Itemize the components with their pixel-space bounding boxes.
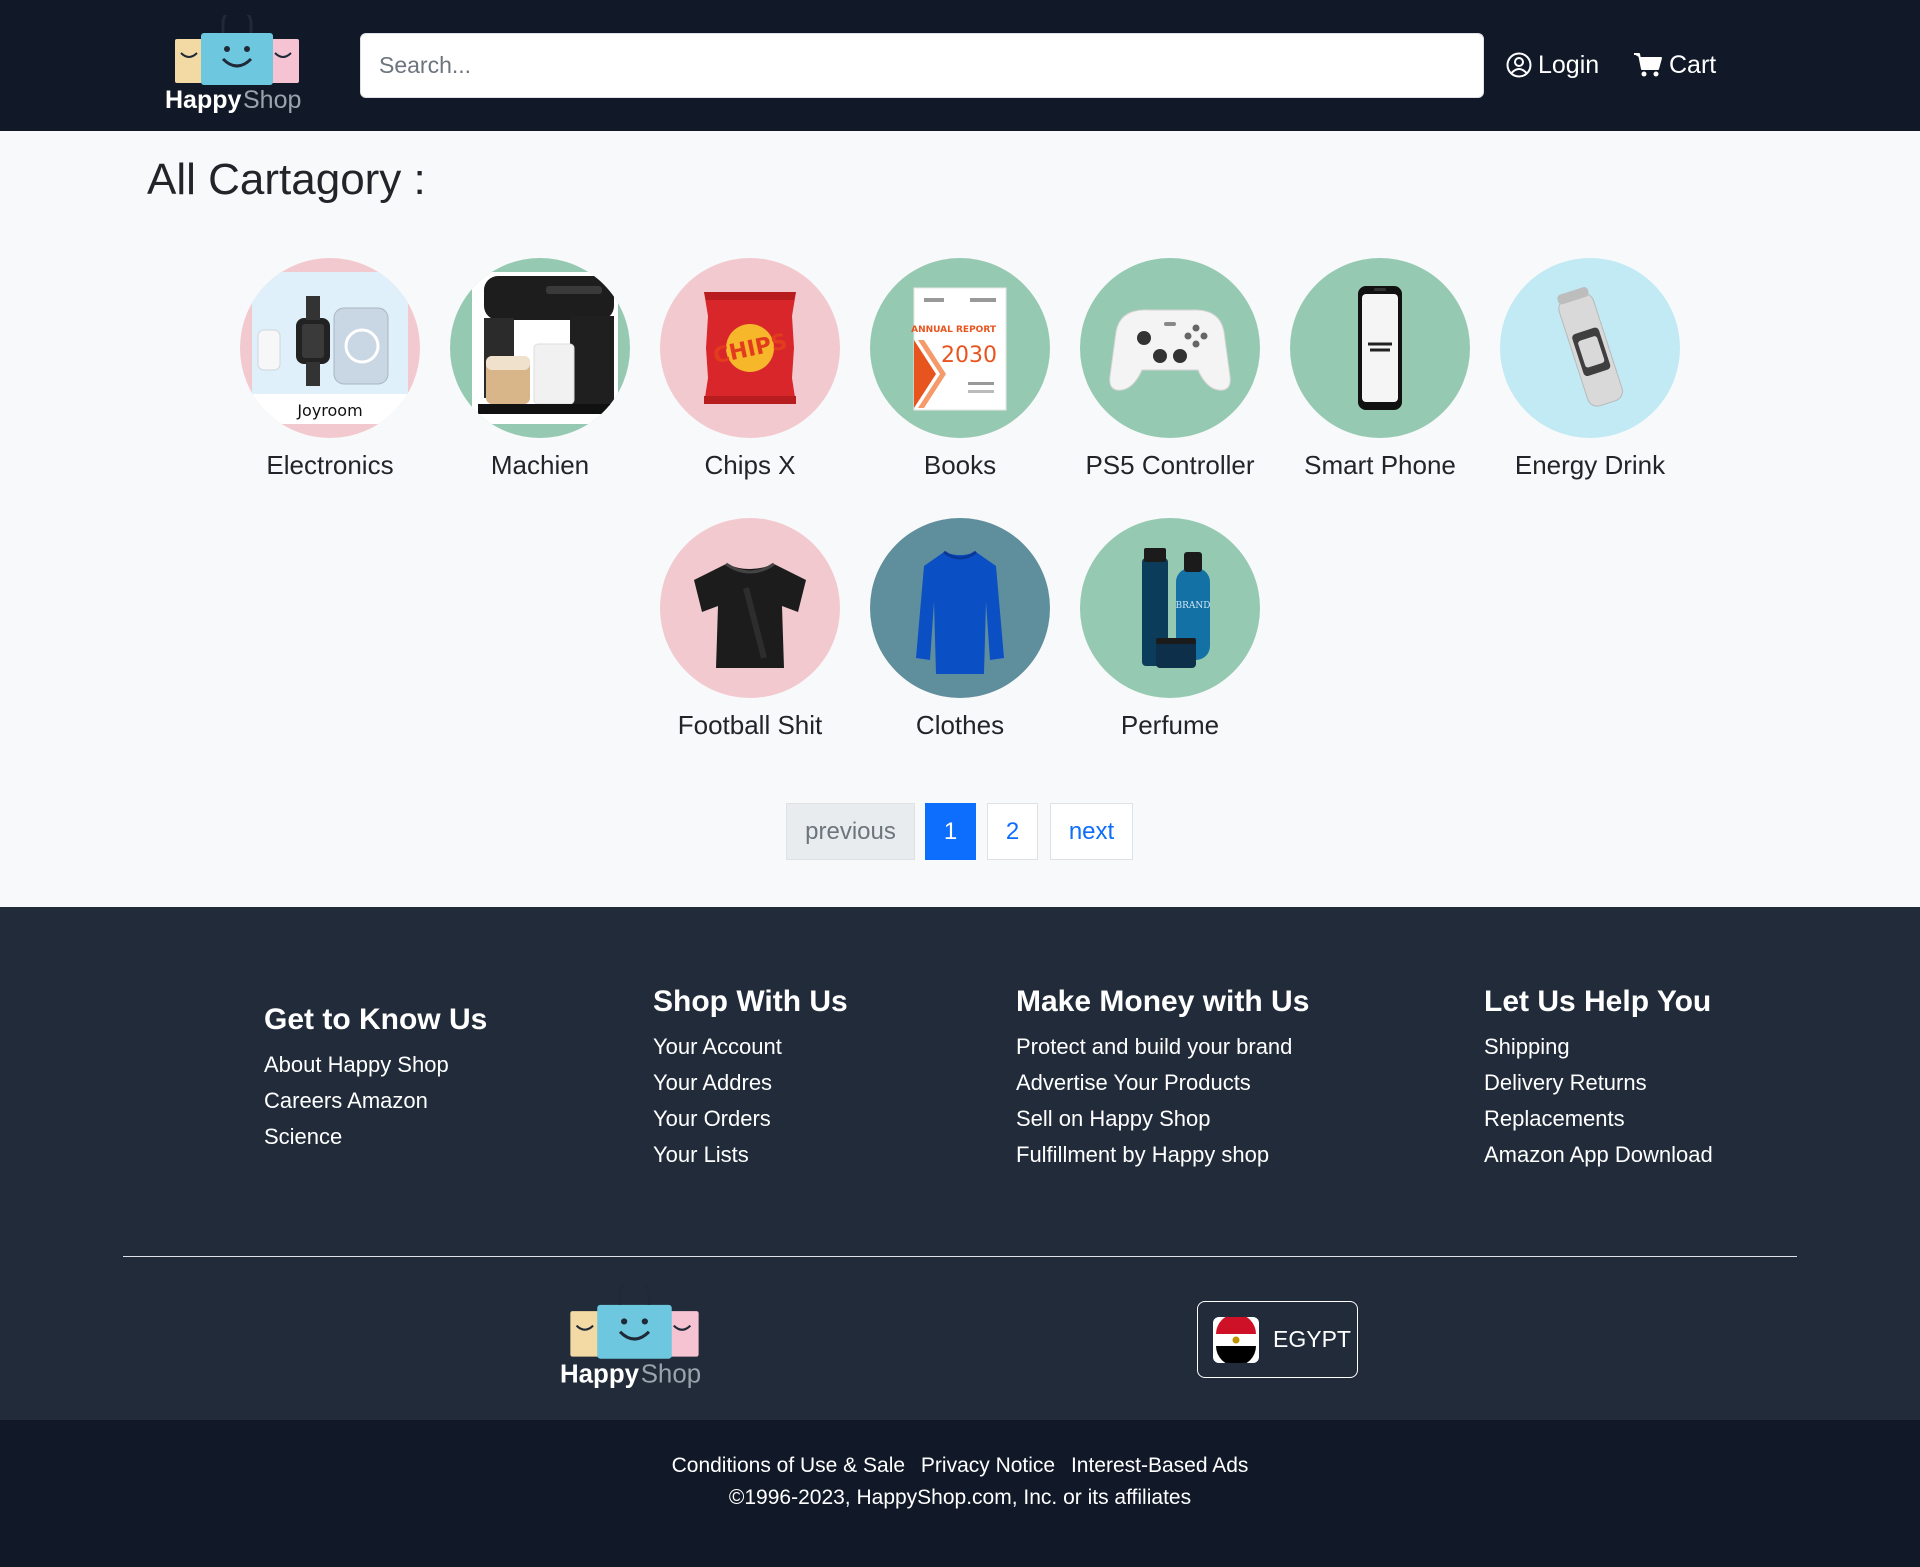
category-ps5-controller[interactable]: PS5 Controller [1060,258,1280,482]
footer-link[interactable]: Advertise Your Products [1016,1065,1309,1101]
category-image: CHIPS [660,258,840,438]
footer-column-shop-with-us: Shop With Us Your Account Your Addres Yo… [653,985,848,1173]
category-label: Electronics [266,450,394,480]
footer-link[interactable]: Science [264,1119,487,1155]
category-image [1500,258,1680,438]
category-electronics[interactable]: Joyroom Electronics [220,258,440,482]
copyright-text: ©1996-2023, HappyShop.com, Inc. or its a… [728,1486,1192,1509]
category-label: PS5 Controller [1085,450,1255,480]
pagination-page-1[interactable]: 1 [925,803,976,860]
legal-link-interest-ads[interactable]: Interest-Based Ads [1071,1454,1248,1477]
user-circle-icon [1506,52,1532,78]
category-label: Energy Drink [1514,450,1666,480]
footer-column-title: Let Us Help You [1484,985,1712,1018]
category-image: ANNUAL REPORT 2030 [870,258,1050,438]
logo-text-happy: Happy [560,1360,640,1388]
footer-link[interactable]: Your Addres [653,1065,848,1101]
electronics-image-caption: Joyroom [296,401,362,420]
legal-links: Conditions of Use & Sale Privacy Notice … [0,1454,1920,1478]
category-smart-phone[interactable]: Smart Phone [1270,258,1490,482]
footer-link[interactable]: Careers Amazon [264,1083,487,1119]
footer-link[interactable]: About Happy Shop [264,1047,487,1083]
category-label: Machien [490,450,590,480]
footer-link[interactable]: Fulfillment by Happy shop [1016,1137,1309,1173]
logo-text-shop: Shop [641,1360,701,1388]
pagination-previous[interactable]: previous [786,803,915,860]
category-books[interactable]: ANNUAL REPORT 2030 Books [850,258,1070,482]
egypt-flag-icon [1213,1316,1259,1363]
legal-link-conditions[interactable]: Conditions of Use & Sale [672,1454,905,1477]
category-image [1290,258,1470,438]
footer-column-title: Make Money with Us [1016,985,1310,1018]
country-selector[interactable]: EGYPT [1197,1301,1358,1378]
top-navbar: Happy Shop Login Cart [0,0,1920,131]
footer-link[interactable]: Your Orders [653,1101,848,1137]
books-image-caption-2: 2030 [941,343,997,368]
books-image-caption-1: ANNUAL REPORT [911,325,997,335]
category-football-shit[interactable]: Football Shit [640,518,860,742]
legal-link-privacy[interactable]: Privacy Notice [921,1454,1055,1477]
perfume-image-caption: BRAND [1176,601,1211,611]
footer: Get to Know Us About Happy Shop Careers … [0,907,1920,1420]
footer-column-title: Get to Know Us [264,1003,488,1036]
category-label: Clothes [915,710,1005,740]
cart-icon [1634,53,1662,77]
login-link[interactable]: Login [1506,47,1599,83]
footer-column-get-to-know-us: Get to Know Us About Happy Shop Careers … [264,1003,487,1155]
footer-link[interactable]: Sell on Happy Shop [1016,1101,1309,1137]
category-machien[interactable]: Machien [430,258,650,482]
category-label: Smart Phone [1304,450,1456,480]
footer-link[interactable]: Protect and build your brand [1016,1029,1309,1065]
category-perfume[interactable]: BRAND Perfume [1060,518,1280,742]
category-image [870,518,1050,698]
footer-link[interactable]: Your Lists [653,1137,848,1173]
cart-label: Cart [1669,50,1717,79]
happyshop-logo-footer[interactable]: Happy Shop [560,1285,710,1391]
footer-column-title: Shop With Us [653,985,848,1018]
category-image [660,518,840,698]
category-image: Joyroom [240,258,420,438]
legal-bar: Conditions of Use & Sale Privacy Notice … [0,1420,1920,1567]
category-label: Chips X [704,450,796,480]
footer-divider [123,1256,1797,1257]
pagination-next[interactable]: next [1050,803,1133,860]
category-clothes[interactable]: Clothes [850,518,1070,742]
pagination-page-2[interactable]: 2 [987,803,1038,860]
category-label: Football Shit [677,710,823,740]
footer-link[interactable]: Your Account [653,1029,848,1065]
footer-column-help: Let Us Help You Shipping Delivery Return… [1484,985,1713,1173]
category-image: BRAND [1080,518,1260,698]
page-title: All Cartagory : [147,155,426,204]
footer-link[interactable]: Delivery Returns [1484,1065,1713,1101]
cart-link[interactable]: Cart [1633,47,1716,83]
footer-link[interactable]: Shipping [1484,1029,1713,1065]
category-image [450,258,630,438]
category-energy-drink[interactable]: Energy Drink [1480,258,1700,482]
footer-link[interactable]: Replacements [1484,1101,1713,1137]
footer-link[interactable]: Amazon App Download [1484,1137,1713,1173]
category-label: Perfume [1120,710,1220,740]
logo-text-happy: Happy [165,86,242,114]
category-image [1080,258,1260,438]
login-label: Login [1538,50,1600,79]
country-label: EGYPT [1273,1326,1351,1352]
search-input[interactable] [360,33,1484,98]
logo-text-shop: Shop [243,86,301,114]
category-chips-x[interactable]: CHIPS Chips X [640,258,860,482]
category-label: Books [923,450,997,480]
happyshop-logo[interactable]: Happy Shop [165,15,310,115]
footer-column-make-money: Make Money with Us Protect and build you… [1016,985,1309,1173]
